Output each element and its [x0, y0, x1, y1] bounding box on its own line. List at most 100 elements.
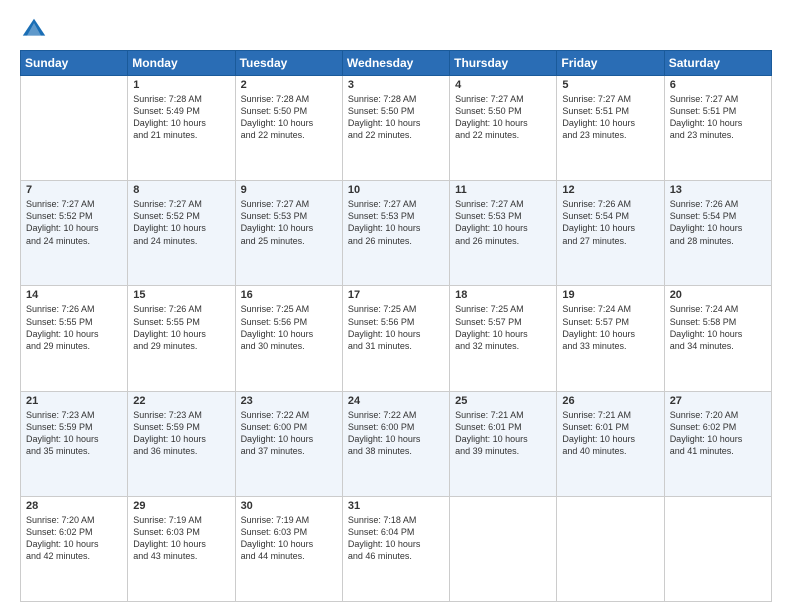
day-info: Sunrise: 7:26 AM Sunset: 5:55 PM Dayligh… [133, 303, 229, 352]
weekday-header-monday: Monday [128, 51, 235, 76]
day-number: 20 [670, 289, 766, 301]
day-number: 28 [26, 500, 122, 512]
weekday-header-wednesday: Wednesday [342, 51, 449, 76]
calendar-cell: 26 Sunrise: 7:21 AM Sunset: 6:01 PM Dayli… [557, 391, 664, 496]
day-number: 22 [133, 395, 229, 407]
day-info: Sunrise: 7:27 AM Sunset: 5:53 PM Dayligh… [348, 198, 444, 247]
day-number: 31 [348, 500, 444, 512]
day-info: Sunrise: 7:27 AM Sunset: 5:51 PM Dayligh… [562, 93, 658, 142]
calendar-cell: 12 Sunrise: 7:26 AM Sunset: 5:54 PM Dayli… [557, 181, 664, 286]
calendar-cell: 17Sunrise: 7:25 AM Sunset: 5:56 PM Dayli… [342, 286, 449, 391]
day-number: 3 [348, 79, 444, 91]
calendar-cell: 20 Sunrise: 7:24 AM Sunset: 5:58 PM Dayli… [664, 286, 771, 391]
calendar-cell [450, 496, 557, 601]
calendar-cell: 2Sunrise: 7:28 AM Sunset: 5:50 PM Daylig… [235, 76, 342, 181]
calendar-cell: 9 Sunrise: 7:27 AM Sunset: 5:53 PM Daylig… [235, 181, 342, 286]
day-info: Sunrise: 7:27 AM Sunset: 5:50 PM Dayligh… [455, 93, 551, 142]
calendar-cell: 30Sunrise: 7:19 AM Sunset: 6:03 PM Dayli… [235, 496, 342, 601]
calendar-cell: 3 Sunrise: 7:28 AM Sunset: 5:50 PM Daylig… [342, 76, 449, 181]
day-number: 26 [562, 395, 658, 407]
day-info: Sunrise: 7:24 AM Sunset: 5:58 PM Dayligh… [670, 303, 766, 352]
day-number: 8 [133, 184, 229, 196]
calendar-week-5: 28 Sunrise: 7:20 AM Sunset: 6:02 PM Dayli… [21, 496, 772, 601]
calendar-cell [557, 496, 664, 601]
day-info: Sunrise: 7:27 AM Sunset: 5:52 PM Dayligh… [26, 198, 122, 247]
day-number: 11 [455, 184, 551, 196]
day-info: Sunrise: 7:22 AM Sunset: 6:00 PM Dayligh… [241, 409, 337, 458]
day-number: 7 [26, 184, 122, 196]
day-info: Sunrise: 7:28 AM Sunset: 5:50 PM Dayligh… [241, 93, 337, 142]
day-number: 1 [133, 79, 229, 91]
day-info: Sunrise: 7:25 AM Sunset: 5:56 PM Dayligh… [348, 303, 444, 352]
day-info: Sunrise: 7:26 AM Sunset: 5:55 PM Dayligh… [26, 303, 122, 352]
day-number: 29 [133, 500, 229, 512]
day-number: 19 [562, 289, 658, 301]
weekday-header-tuesday: Tuesday [235, 51, 342, 76]
weekday-header-friday: Friday [557, 51, 664, 76]
day-info: Sunrise: 7:27 AM Sunset: 5:53 PM Dayligh… [455, 198, 551, 247]
calendar-cell: 27 Sunrise: 7:20 AM Sunset: 6:02 PM Dayli… [664, 391, 771, 496]
day-number: 10 [348, 184, 444, 196]
day-info: Sunrise: 7:27 AM Sunset: 5:52 PM Dayligh… [133, 198, 229, 247]
calendar-cell: 11 Sunrise: 7:27 AM Sunset: 5:53 PM Dayli… [450, 181, 557, 286]
calendar-cell: 24 Sunrise: 7:22 AM Sunset: 6:00 PM Dayli… [342, 391, 449, 496]
calendar-cell: 21 Sunrise: 7:23 AM Sunset: 5:59 PM Dayli… [21, 391, 128, 496]
day-number: 5 [562, 79, 658, 91]
calendar-cell: 13 Sunrise: 7:26 AM Sunset: 5:54 PM Dayli… [664, 181, 771, 286]
calendar-cell: 25Sunrise: 7:21 AM Sunset: 6:01 PM Dayli… [450, 391, 557, 496]
calendar-cell: 10 Sunrise: 7:27 AM Sunset: 5:53 PM Dayli… [342, 181, 449, 286]
day-info: Sunrise: 7:28 AM Sunset: 5:50 PM Dayligh… [348, 93, 444, 142]
calendar-cell: 7 Sunrise: 7:27 AM Sunset: 5:52 PM Daylig… [21, 181, 128, 286]
day-number: 4 [455, 79, 551, 91]
day-number: 6 [670, 79, 766, 91]
day-info: Sunrise: 7:22 AM Sunset: 6:00 PM Dayligh… [348, 409, 444, 458]
day-number: 27 [670, 395, 766, 407]
calendar-cell [664, 496, 771, 601]
calendar-cell: 8 Sunrise: 7:27 AM Sunset: 5:52 PM Daylig… [128, 181, 235, 286]
day-info: Sunrise: 7:23 AM Sunset: 5:59 PM Dayligh… [26, 409, 122, 458]
calendar-cell: 29Sunrise: 7:19 AM Sunset: 6:03 PM Dayli… [128, 496, 235, 601]
calendar-cell: 6Sunrise: 7:27 AM Sunset: 5:51 PM Daylig… [664, 76, 771, 181]
calendar-cell: 4 Sunrise: 7:27 AM Sunset: 5:50 PM Daylig… [450, 76, 557, 181]
calendar-table: SundayMondayTuesdayWednesdayThursdayFrid… [20, 50, 772, 602]
day-info: Sunrise: 7:20 AM Sunset: 6:02 PM Dayligh… [26, 514, 122, 563]
day-info: Sunrise: 7:21 AM Sunset: 6:01 PM Dayligh… [562, 409, 658, 458]
page: SundayMondayTuesdayWednesdayThursdayFrid… [0, 0, 792, 612]
day-number: 12 [562, 184, 658, 196]
calendar-week-2: 7 Sunrise: 7:27 AM Sunset: 5:52 PM Daylig… [21, 181, 772, 286]
day-number: 18 [455, 289, 551, 301]
weekday-header-sunday: Sunday [21, 51, 128, 76]
calendar-header-row: SundayMondayTuesdayWednesdayThursdayFrid… [21, 51, 772, 76]
calendar-cell: 18Sunrise: 7:25 AM Sunset: 5:57 PM Dayli… [450, 286, 557, 391]
calendar-cell: 1 Sunrise: 7:28 AM Sunset: 5:49 PM Daylig… [128, 76, 235, 181]
calendar-cell: 22 Sunrise: 7:23 AM Sunset: 5:59 PM Dayli… [128, 391, 235, 496]
calendar-cell: 23 Sunrise: 7:22 AM Sunset: 6:00 PM Dayli… [235, 391, 342, 496]
day-number: 13 [670, 184, 766, 196]
day-info: Sunrise: 7:20 AM Sunset: 6:02 PM Dayligh… [670, 409, 766, 458]
day-info: Sunrise: 7:18 AM Sunset: 6:04 PM Dayligh… [348, 514, 444, 563]
day-number: 23 [241, 395, 337, 407]
calendar-week-4: 21 Sunrise: 7:23 AM Sunset: 5:59 PM Dayli… [21, 391, 772, 496]
calendar-cell: 5 Sunrise: 7:27 AM Sunset: 5:51 PM Daylig… [557, 76, 664, 181]
logo-icon [20, 16, 48, 44]
day-number: 16 [241, 289, 337, 301]
day-info: Sunrise: 7:27 AM Sunset: 5:53 PM Dayligh… [241, 198, 337, 247]
day-info: Sunrise: 7:25 AM Sunset: 5:56 PM Dayligh… [241, 303, 337, 352]
calendar-cell: 16 Sunrise: 7:25 AM Sunset: 5:56 PM Dayli… [235, 286, 342, 391]
day-number: 30 [241, 500, 337, 512]
weekday-header-thursday: Thursday [450, 51, 557, 76]
day-number: 21 [26, 395, 122, 407]
calendar-cell [21, 76, 128, 181]
calendar-cell: 15 Sunrise: 7:26 AM Sunset: 5:55 PM Dayli… [128, 286, 235, 391]
header [20, 16, 772, 44]
day-info: Sunrise: 7:28 AM Sunset: 5:49 PM Dayligh… [133, 93, 229, 142]
day-number: 9 [241, 184, 337, 196]
day-info: Sunrise: 7:26 AM Sunset: 5:54 PM Dayligh… [670, 198, 766, 247]
day-number: 24 [348, 395, 444, 407]
day-info: Sunrise: 7:26 AM Sunset: 5:54 PM Dayligh… [562, 198, 658, 247]
calendar-cell: 14Sunrise: 7:26 AM Sunset: 5:55 PM Dayli… [21, 286, 128, 391]
day-info: Sunrise: 7:23 AM Sunset: 5:59 PM Dayligh… [133, 409, 229, 458]
day-number: 15 [133, 289, 229, 301]
calendar-cell: 19Sunrise: 7:24 AM Sunset: 5:57 PM Dayli… [557, 286, 664, 391]
calendar-cell: 31 Sunrise: 7:18 AM Sunset: 6:04 PM Dayli… [342, 496, 449, 601]
